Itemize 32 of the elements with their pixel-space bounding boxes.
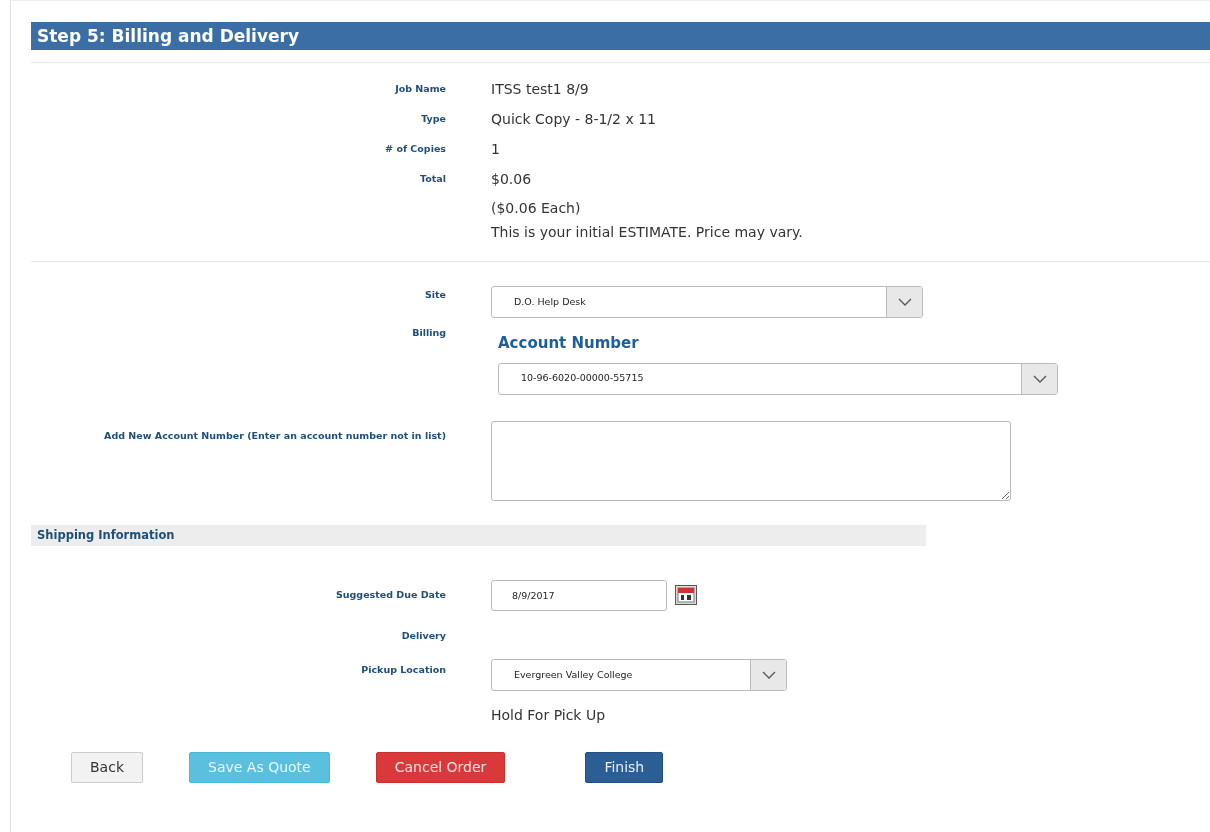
field-label: Total (419, 172, 446, 187)
caret-icon[interactable] (750, 660, 786, 690)
caret-icon[interactable] (886, 287, 922, 317)
account-heading: Account Number (498, 333, 640, 354)
field-value: ITSS test1 8/9 (491, 80, 589, 99)
field-value: 1 (491, 140, 500, 159)
field-label: Pickup Location (360, 663, 446, 677)
section-header: Step 5: Billing and Delivery (31, 22, 1210, 50)
section-header: Shipping Information (31, 524, 926, 546)
field-label: Suggested Due Date (334, 588, 446, 603)
action-button[interactable]: Finish (585, 752, 664, 783)
action-button[interactable]: Back (71, 752, 143, 783)
note-text: ($0.06 Each) (491, 199, 581, 218)
field-label: Add New Account Number (Enter an account number not in list) (103, 428, 446, 443)
caret-icon[interactable] (1021, 363, 1057, 394)
field-label: Billing (411, 326, 446, 340)
note-text: Hold For Pick Up (491, 706, 606, 725)
account-textarea[interactable] (491, 420, 1011, 501)
site-select[interactable]: D.O. Help Desk (491, 286, 923, 318)
field-label: Type (420, 112, 446, 127)
calendar-icon[interactable] (675, 585, 697, 606)
field-label: Job Name (393, 82, 446, 97)
account-select[interactable]: 10-96-6020-00000-55715 (498, 362, 1058, 395)
field-label: # of Copies (384, 142, 446, 157)
field-label: Site (423, 288, 446, 302)
field-value: $0.06 (491, 170, 532, 189)
pickup-select[interactable]: Evergreen Valley College (491, 659, 787, 691)
field-value: Quick Copy - 8-1/2 x 11 (491, 110, 656, 129)
field-label: Delivery (400, 628, 446, 643)
date-field[interactable]: 8/9/2017 (491, 579, 667, 611)
action-button[interactable]: Cancel Order (375, 752, 506, 783)
note-text: This is your initial ESTIMATE. Price may vary. (491, 223, 803, 242)
